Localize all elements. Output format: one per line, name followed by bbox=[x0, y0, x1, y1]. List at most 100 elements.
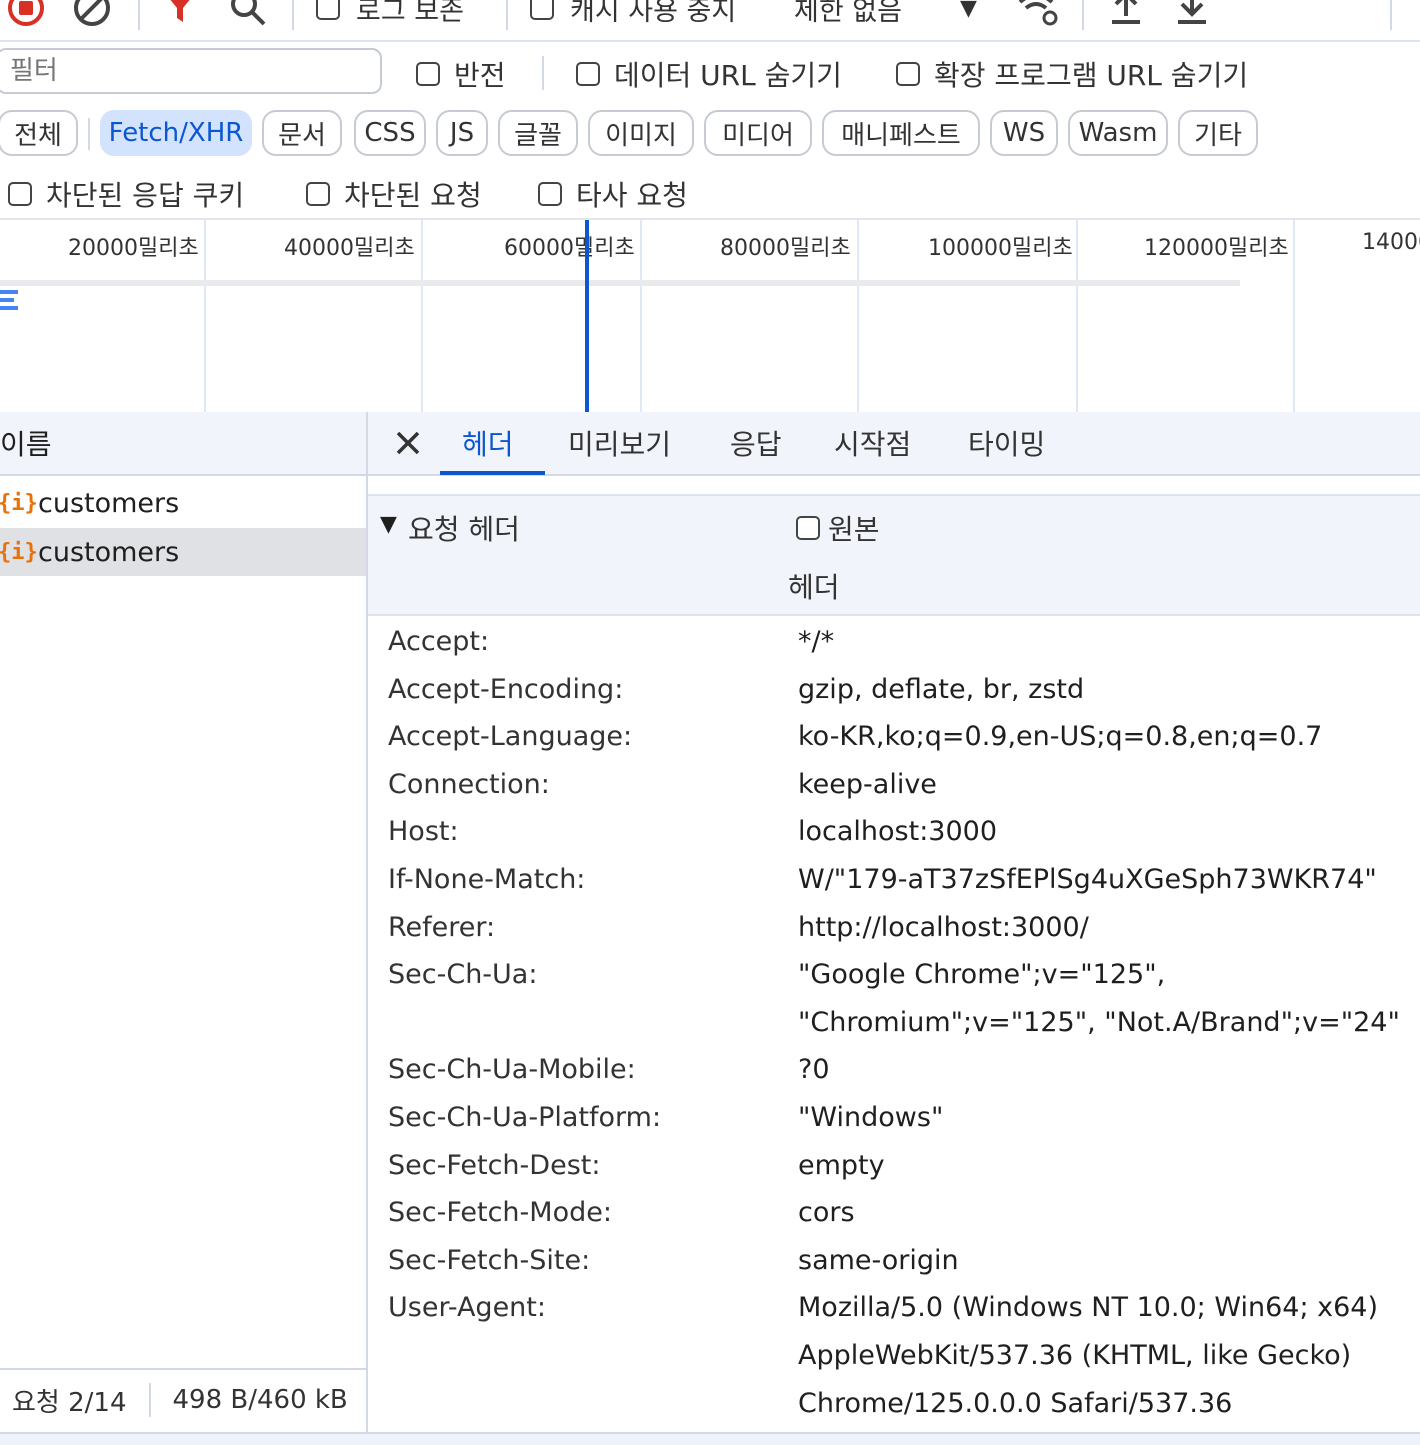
header-value[interactable]: gzip, deflate, br, zstd bbox=[798, 674, 1084, 705]
header-name: User-Agent: bbox=[388, 1292, 546, 1324]
raw-label: 원본 bbox=[828, 513, 880, 546]
filter-bar: 반전 데이터 URL 숨기기 확장 프로그램 URL 숨기기 bbox=[0, 42, 1420, 104]
blocked-cookies-checkbox[interactable]: 차단된 응답 쿠키 bbox=[8, 174, 244, 214]
type-filter-wasm[interactable]: Wasm bbox=[1068, 110, 1168, 156]
close-details-button[interactable] bbox=[392, 412, 424, 474]
network-conditions-button[interactable] bbox=[1016, 0, 1060, 30]
header-name: Accept-Encoding: bbox=[388, 673, 624, 705]
checkbox-box[interactable] bbox=[538, 182, 562, 206]
blocked-filters: 차단된 응답 쿠키 차단된 요청 타사 요청 bbox=[0, 164, 1420, 216]
preserve-log-label: 로그 보존 bbox=[356, 0, 464, 27]
type-filter-media[interactable]: 미디어 bbox=[704, 110, 812, 156]
request-headers-section-header[interactable]: ▼ 요청 헤더 원본 헤더 bbox=[368, 494, 1420, 616]
type-filter-doc[interactable]: 문서 bbox=[262, 110, 342, 156]
checkbox-box[interactable] bbox=[8, 182, 32, 206]
type-filter-css[interactable]: CSS bbox=[354, 110, 426, 156]
tab-response[interactable]: 응답 bbox=[730, 412, 782, 474]
checkbox-box[interactable] bbox=[796, 516, 820, 540]
triangle-down-icon[interactable]: ▼ bbox=[380, 512, 397, 537]
header-value[interactable]: "Google Chrome";v="125", bbox=[798, 959, 1165, 990]
name-column-label: 이름 bbox=[0, 428, 52, 461]
checkbox-box[interactable] bbox=[306, 182, 330, 206]
hide-extension-urls-checkbox[interactable]: 확장 프로그램 URL 숨기기 bbox=[896, 54, 1248, 94]
request-row-selected[interactable]: {i} customers bbox=[0, 528, 366, 576]
header-value[interactable]: keep-alive bbox=[798, 769, 937, 800]
export-har-button[interactable] bbox=[1172, 0, 1212, 30]
timeline-tick: 14000 bbox=[1362, 230, 1420, 255]
tab-initiator[interactable]: 시작점 bbox=[834, 412, 911, 474]
type-filter-all[interactable]: 전체 bbox=[0, 110, 78, 156]
header-value[interactable]: */* bbox=[798, 626, 834, 657]
header-value[interactable]: AppleWebKit/537.36 (KHTML, like Gecko) bbox=[798, 1340, 1351, 1371]
resource-type-filters: 전체 Fetch/XHR 문서 CSS JS 글꼴 이미지 미디어 매니페스트 … bbox=[0, 106, 1420, 162]
clear-icon bbox=[74, 0, 110, 26]
header-value[interactable]: Chrome/125.0.0.0 Safari/537.36 bbox=[798, 1388, 1232, 1419]
search-icon bbox=[231, 0, 266, 26]
header-name: Accept-Language: bbox=[388, 721, 633, 753]
header-value[interactable]: same-origin bbox=[798, 1245, 959, 1276]
checkbox-box[interactable] bbox=[316, 0, 340, 20]
header-value[interactable]: ?0 bbox=[798, 1054, 830, 1085]
search-button[interactable] bbox=[228, 0, 268, 30]
type-filter-fetch-xhr[interactable]: Fetch/XHR bbox=[100, 110, 252, 156]
fetch-xhr-icon: {i} bbox=[0, 490, 38, 516]
bottom-drawer-edge bbox=[0, 1432, 1420, 1445]
type-filter-font[interactable]: 글꼴 bbox=[498, 110, 578, 156]
header-value[interactable]: cors bbox=[798, 1197, 855, 1228]
throttle-select[interactable]: 제한 없음 bbox=[794, 0, 902, 30]
request-headers-list: Accept: */* Accept-Encoding: gzip, deflate,… bbox=[368, 626, 1420, 1426]
checkbox-box[interactable] bbox=[576, 62, 600, 86]
header-value[interactable]: ko-KR,ko;q=0.9,en-US;q=0.8,en;q=0.7 bbox=[798, 721, 1322, 752]
toolbar-divider bbox=[292, 0, 294, 30]
filter-input[interactable] bbox=[0, 48, 382, 94]
raw-headers-checkbox[interactable]: 원본 bbox=[796, 508, 880, 548]
type-filter-img[interactable]: 이미지 bbox=[588, 110, 694, 156]
chevron-down-icon[interactable]: ▼ bbox=[960, 0, 977, 30]
name-column-header[interactable]: 이름 bbox=[0, 412, 366, 476]
header-value[interactable]: "Windows" bbox=[798, 1102, 943, 1133]
blocked-requests-checkbox[interactable]: 차단된 요청 bbox=[306, 174, 482, 214]
active-tab-indicator bbox=[440, 471, 545, 475]
timeline-gridline bbox=[1076, 220, 1078, 412]
disable-cache-label: 캐시 사용 중지 bbox=[570, 0, 737, 27]
header-value[interactable]: Mozilla/5.0 (Windows NT 10.0; Win64; x64… bbox=[798, 1292, 1378, 1323]
header-value[interactable]: "Chromium";v="125", "Not.A/Brand";v="24" bbox=[798, 1007, 1400, 1038]
tab-preview[interactable]: 미리보기 bbox=[568, 412, 671, 474]
header-value[interactable]: http://localhost:3000/ bbox=[798, 912, 1089, 943]
header-name: Accept: bbox=[388, 626, 490, 657]
header-name: Sec-Ch-Ua-Mobile: bbox=[388, 1054, 636, 1086]
timeline-tick: 40000밀리초 bbox=[284, 236, 415, 261]
clear-button[interactable] bbox=[72, 0, 112, 30]
network-toolbar: 로그 보존 캐시 사용 중지 제한 없음 ▼ bbox=[0, 0, 1420, 42]
header-value[interactable]: localhost:3000 bbox=[798, 816, 997, 847]
import-har-button[interactable] bbox=[1106, 0, 1146, 30]
hide-data-urls-checkbox[interactable]: 데이터 URL 숨기기 bbox=[576, 54, 842, 94]
checkbox-box[interactable] bbox=[530, 0, 554, 20]
third-party-label: 타사 요청 bbox=[576, 179, 688, 212]
tab-headers[interactable]: 헤더 bbox=[462, 412, 514, 474]
tab-timing[interactable]: 타이밍 bbox=[968, 412, 1045, 474]
type-filter-ws[interactable]: WS bbox=[990, 110, 1058, 156]
type-filter-js[interactable]: JS bbox=[436, 110, 488, 156]
record-button[interactable] bbox=[6, 0, 46, 30]
request-count: 요청 2/14 bbox=[12, 1387, 127, 1418]
status-divider bbox=[148, 1383, 151, 1417]
header-value[interactable]: empty bbox=[798, 1150, 885, 1181]
header-name: Sec-Ch-Ua-Platform: bbox=[388, 1102, 662, 1133]
invert-checkbox[interactable]: 반전 bbox=[416, 54, 506, 94]
summary-status-bar: 요청 2/14 498 B/460 kB bbox=[0, 1368, 366, 1430]
checkbox-box[interactable] bbox=[896, 62, 920, 86]
type-filter-manifest[interactable]: 매니페스트 bbox=[822, 110, 980, 156]
checkbox-box[interactable] bbox=[416, 62, 440, 86]
filter-toggle-button[interactable] bbox=[160, 0, 200, 30]
preserve-log-checkbox[interactable]: 로그 보존 bbox=[316, 0, 464, 30]
blocked-requests-label: 차단된 요청 bbox=[344, 179, 482, 212]
header-value[interactable]: W/"179-aT37zSfEPlSg4uXGeSph73WKR74" bbox=[798, 864, 1377, 895]
invert-label: 반전 bbox=[454, 59, 506, 92]
request-row[interactable]: {i} customers bbox=[0, 479, 366, 527]
disable-cache-checkbox[interactable]: 캐시 사용 중지 bbox=[530, 0, 736, 30]
timeline-overview[interactable]: 20000밀리초 40000밀리초 60000밀리초 80000밀리초 1000… bbox=[0, 218, 1420, 414]
third-party-checkbox[interactable]: 타사 요청 bbox=[538, 174, 688, 214]
type-filter-other[interactable]: 기타 bbox=[1178, 110, 1258, 156]
request-name: customers bbox=[38, 487, 180, 519]
